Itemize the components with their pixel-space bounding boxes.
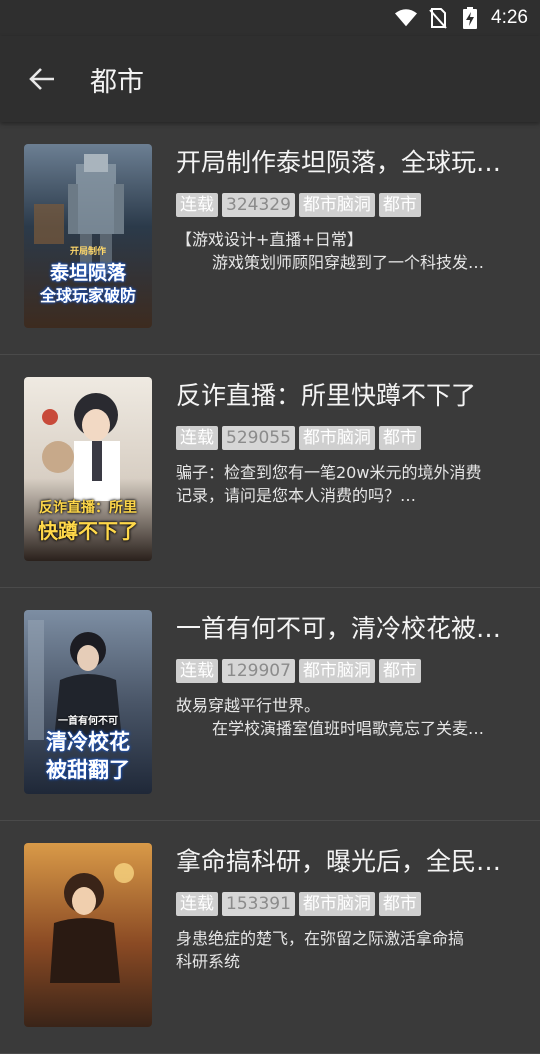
description-line: 身患绝症的楚飞，在弥留之际激活拿命搞 <box>176 929 465 948</box>
status-tag: 连载 <box>176 659 218 683</box>
status-tag: 连载 <box>176 193 218 217</box>
book-cover[interactable]: 开局制作 泰坦陨落 全球玩家破防 <box>24 144 152 328</box>
page-title: 都市 <box>90 66 144 98</box>
character-illustration <box>50 863 134 983</box>
description-line: 记录，请问是您本人消费的吗？… <box>176 486 417 505</box>
category-tag: 都市脑洞 <box>298 659 375 683</box>
wifi-icon <box>395 7 418 29</box>
genre-tag: 都市 <box>378 659 421 683</box>
no-sim-icon <box>427 7 449 29</box>
arrow-left-icon <box>29 68 54 90</box>
cover-line: 清冷校花 <box>46 730 130 754</box>
book-cover[interactable]: 一首有何不可 清冷校花 被甜翻了 <box>24 610 152 794</box>
count-tag: 529055 <box>222 426 295 450</box>
tag-list: 连载 129907 都市脑洞 都市 <box>176 659 421 683</box>
book-title[interactable]: 一首有何不可，清冷校花被… <box>176 612 516 646</box>
description-line: 游戏策划师顾阳穿越到了一个科技发… <box>212 253 485 272</box>
book-description: 【游戏设计+直播+日常】 游戏策划师顾阳穿越到了一个科技发… <box>176 228 518 274</box>
tag-list: 连载 153391 都市脑洞 都市 <box>176 892 421 916</box>
cover-line: 反诈直播：所里 <box>39 500 137 516</box>
book-item[interactable]: 反诈直播：所里 快蹲不下了 反诈直播：所里快蹲不下了 连载 529055 都市脑… <box>0 355 540 588</box>
book-title[interactable]: 反诈直播：所里快蹲不下了 <box>176 379 516 413</box>
status-tag: 连载 <box>176 426 218 450</box>
book-cover[interactable] <box>24 843 152 1027</box>
book-item[interactable]: 一首有何不可 清冷校花 被甜翻了 一首有何不可，清冷校花被… 连载 129907… <box>0 588 540 821</box>
description-line: 在学校演播室值班时唱歌竟忘了关麦… <box>212 719 485 738</box>
cover-line: 快蹲不下了 <box>38 519 138 543</box>
genre-tag: 都市 <box>378 892 421 916</box>
cover-line: 泰坦陨落 <box>49 262 126 284</box>
description-line: 骗子：检查到您有一笔20w米元的境外消费 <box>176 463 482 482</box>
description-line: 【游戏设计+直播+日常】 <box>176 230 363 249</box>
status-time: 4:26 <box>491 7 528 28</box>
count-tag: 324329 <box>222 193 295 217</box>
cover-line: 一首有何不可 <box>58 716 118 727</box>
book-list: 开局制作 泰坦陨落 全球玩家破防 开局制作泰坦陨落，全球玩… 连载 324329… <box>0 122 540 1054</box>
description-line: 科研系统 <box>176 952 241 971</box>
book-description: 故易穿越平行世界。 在学校演播室值班时唱歌竟忘了关麦… <box>176 694 518 740</box>
category-tag: 都市脑洞 <box>298 892 375 916</box>
count-tag: 153391 <box>222 892 295 916</box>
book-description: 身患绝症的楚飞，在弥留之际激活拿命搞 科研系统 <box>176 927 518 973</box>
description-line: 故易穿越平行世界。 <box>176 696 321 715</box>
book-description: 骗子：检查到您有一笔20w米元的境外消费 记录，请问是您本人消费的吗？… <box>176 461 518 507</box>
book-item[interactable]: 开局制作 泰坦陨落 全球玩家破防 开局制作泰坦陨落，全球玩… 连载 324329… <box>0 122 540 355</box>
tag-list: 连载 324329 都市脑洞 都市 <box>176 193 421 217</box>
cover-line: 开局制作 <box>69 247 106 257</box>
status-bar: 4:26 <box>0 0 540 36</box>
status-tag: 连载 <box>176 892 218 916</box>
book-title[interactable]: 拿命搞科研，曝光后，全民… <box>176 845 516 879</box>
book-cover[interactable]: 反诈直播：所里 快蹲不下了 <box>24 377 152 561</box>
genre-tag: 都市 <box>378 426 421 450</box>
book-item[interactable]: 拿命搞科研，曝光后，全民… 连载 153391 都市脑洞 都市 身患绝症的楚飞，… <box>0 821 540 1054</box>
back-button[interactable] <box>0 36 84 122</box>
cover-line: 全球玩家破防 <box>39 286 136 305</box>
book-title[interactable]: 开局制作泰坦陨落，全球玩… <box>176 146 516 180</box>
category-tag: 都市脑洞 <box>298 426 375 450</box>
genre-tag: 都市 <box>378 193 421 217</box>
tag-list: 连载 529055 都市脑洞 都市 <box>176 426 421 450</box>
category-tag: 都市脑洞 <box>298 193 375 217</box>
count-tag: 129907 <box>222 659 295 683</box>
cover-line: 被甜翻了 <box>46 758 130 782</box>
app-bar: 都市 <box>0 36 540 122</box>
battery-charging-icon <box>459 7 481 29</box>
